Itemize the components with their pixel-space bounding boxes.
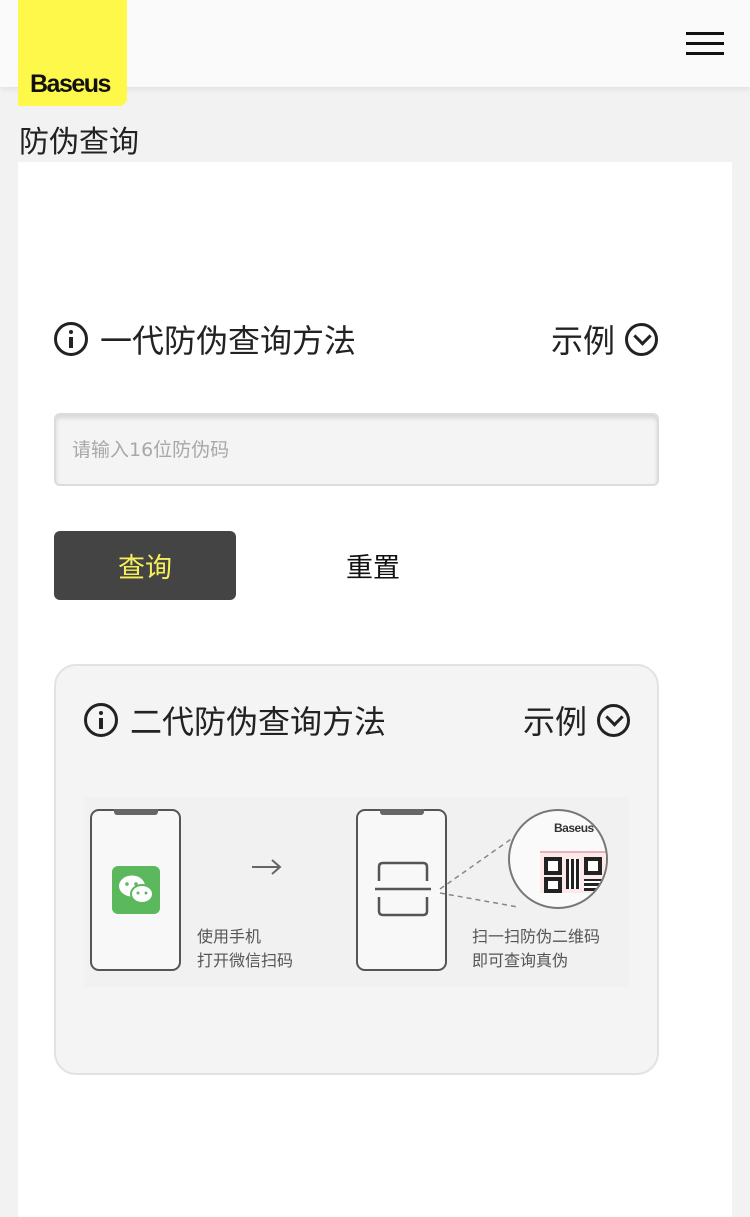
chevron-down-circle-icon bbox=[625, 322, 658, 356]
gen2-illustration: 使用手机 打开微信扫码 Baseus 扫一扫防伪二维码 即可查询真伪 bbox=[84, 797, 630, 987]
query-button[interactable]: 查询 bbox=[54, 531, 236, 600]
wechat-icon bbox=[112, 866, 160, 914]
scan-icon bbox=[375, 861, 431, 917]
gen2-example-toggle[interactable]: 示例 bbox=[523, 697, 630, 743]
gen2-section-header: 二代防伪查询方法 示例 bbox=[84, 697, 630, 743]
anti-counterfeit-code-input[interactable] bbox=[54, 413, 659, 486]
gen1-title: 一代防伪查询方法 bbox=[100, 322, 357, 360]
step2-line2: 即可查询真伪 bbox=[472, 951, 569, 970]
chevron-down-circle-icon bbox=[597, 703, 630, 737]
step2-line1: 扫一扫防伪二维码 bbox=[472, 927, 601, 946]
hamburger-menu-icon[interactable] bbox=[686, 32, 724, 56]
info-icon bbox=[54, 322, 88, 356]
example-label: 示例 bbox=[550, 322, 615, 360]
step1-caption: 使用手机 打开微信扫码 bbox=[197, 925, 293, 973]
logo-text: Baseus bbox=[30, 70, 111, 98]
reset-button[interactable]: 重置 bbox=[308, 531, 438, 600]
info-icon bbox=[84, 703, 118, 737]
gen1-section-header: 一代防伪查询方法 示例 bbox=[54, 316, 658, 362]
step1-line2: 打开微信扫码 bbox=[197, 951, 294, 970]
qr-code-icon bbox=[540, 851, 606, 893]
gen1-example-toggle[interactable]: 示例 bbox=[551, 316, 658, 362]
step1-line1: 使用手机 bbox=[197, 927, 262, 946]
phone-wechat-illustration bbox=[90, 809, 181, 971]
gen2-section: 二代防伪查询方法 示例 使用手机 打开微信扫码 Baseus 扫一扫防伪二维码 … bbox=[54, 664, 659, 1075]
qr-label-zoom: Baseus bbox=[508, 809, 608, 909]
example-label: 示例 bbox=[522, 703, 587, 741]
zoom-brand-text: Baseus bbox=[554, 821, 594, 835]
phone-scan-illustration bbox=[356, 809, 447, 971]
arrow-right-icon bbox=[252, 859, 282, 875]
page-title: 防伪查询 bbox=[19, 125, 139, 160]
baseus-logo[interactable]: Baseus bbox=[18, 0, 127, 106]
step2-caption: 扫一扫防伪二维码 即可查询真伪 bbox=[472, 925, 600, 973]
gen2-title: 二代防伪查询方法 bbox=[130, 703, 387, 741]
content-card: 一代防伪查询方法 示例 查询 重置 二代防伪查询方法 示例 bbox=[18, 162, 732, 1217]
